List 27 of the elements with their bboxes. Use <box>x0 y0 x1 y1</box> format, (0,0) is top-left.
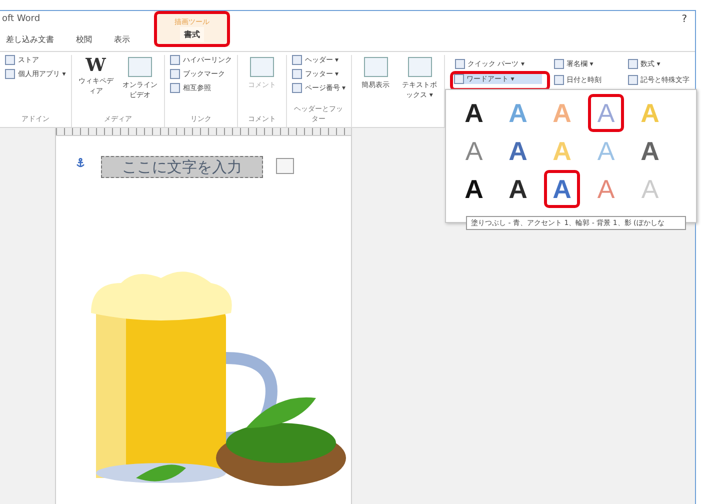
small-icon <box>292 83 302 93</box>
anchor-icon <box>76 158 85 168</box>
wordart-style[interactable]: A <box>632 132 668 170</box>
document-icon <box>364 57 388 77</box>
small-icon <box>292 55 302 65</box>
document-icon <box>128 57 152 77</box>
small-icon <box>170 83 180 93</box>
small-icon <box>292 69 302 79</box>
document-icon <box>408 57 432 77</box>
wordart-style[interactable]: A <box>544 170 580 208</box>
wordart-style[interactable]: A <box>456 94 492 132</box>
wordart-style[interactable]: A <box>500 170 536 208</box>
ribbon-tab[interactable]: 表示 <box>110 32 134 47</box>
ribbon-tab[interactable]: 書式 <box>180 27 204 42</box>
small-icon <box>170 55 180 65</box>
wordart-style[interactable]: A <box>500 132 536 170</box>
small-icon <box>170 69 180 79</box>
text-box[interactable]: ここに文字を入力 <box>101 156 263 178</box>
help-button[interactable]: ? <box>680 14 689 24</box>
document-icon <box>250 57 274 77</box>
w-logo-icon: W <box>86 55 106 76</box>
wordart-style[interactable]: A <box>456 132 492 170</box>
ribbon-tab[interactable]: 差し込み文書 <box>2 32 58 47</box>
layout-options-icon[interactable] <box>276 158 294 174</box>
wordart-style[interactable]: A <box>456 170 492 208</box>
ribbon-tab[interactable]: 校閲 <box>72 32 96 47</box>
window-title: oft Word <box>2 14 40 24</box>
